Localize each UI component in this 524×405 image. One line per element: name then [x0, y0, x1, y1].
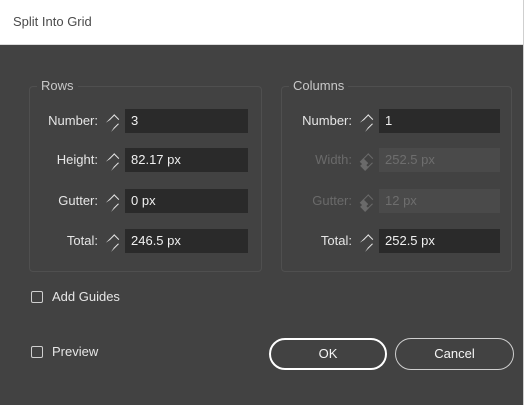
rows-gutter-field[interactable]: 0 px — [125, 189, 248, 213]
rows-height-field[interactable]: 82.17 px — [125, 148, 248, 172]
columns-gutter-label: Gutter: — [312, 193, 352, 208]
columns-number-stepper[interactable] — [358, 109, 378, 133]
columns-width-stepper — [358, 148, 378, 172]
columns-total-stepper[interactable] — [358, 229, 378, 253]
columns-gutter-field: 12 px — [379, 189, 500, 213]
columns-width-label: Width: — [315, 152, 352, 167]
rows-total-label: Total: — [66, 233, 98, 248]
columns-total-field[interactable]: 252.5 px — [379, 229, 500, 253]
rows-gutter-label: Gutter: — [58, 193, 98, 208]
preview-checkbox[interactable] — [31, 346, 43, 358]
rows-total-stepper[interactable] — [104, 229, 124, 253]
cancel-button[interactable]: Cancel — [395, 338, 514, 370]
columns-gutter-stepper — [358, 189, 378, 213]
rows-gutter-stepper[interactable] — [104, 189, 124, 213]
columns-width-field: 252.5 px — [379, 148, 500, 172]
rows-height-label: Height: — [56, 152, 98, 167]
split-into-grid-dialog: Split Into Grid Rows Number: 3 Height: 8… — [0, 0, 524, 405]
columns-number-field[interactable]: 1 — [379, 109, 500, 133]
rows-number-field[interactable]: 3 — [125, 109, 248, 133]
rows-total-field[interactable]: 246.5 px — [125, 229, 248, 253]
dialog-title: Split Into Grid — [13, 14, 92, 29]
dialog-titlebar: Split Into Grid — [0, 0, 523, 45]
rows-height-stepper[interactable] — [104, 148, 124, 172]
rows-legend: Rows — [37, 78, 78, 93]
rows-number-label: Number: — [48, 113, 98, 128]
columns-total-label: Total: — [320, 233, 352, 248]
add-guides-checkbox[interactable] — [31, 291, 43, 303]
columns-legend: Columns — [289, 78, 349, 93]
ok-button[interactable]: OK — [269, 338, 387, 370]
add-guides-label[interactable]: Add Guides — [52, 289, 120, 304]
columns-number-label: Number: — [302, 113, 352, 128]
rows-number-stepper[interactable] — [104, 109, 124, 133]
preview-label[interactable]: Preview — [52, 344, 98, 359]
